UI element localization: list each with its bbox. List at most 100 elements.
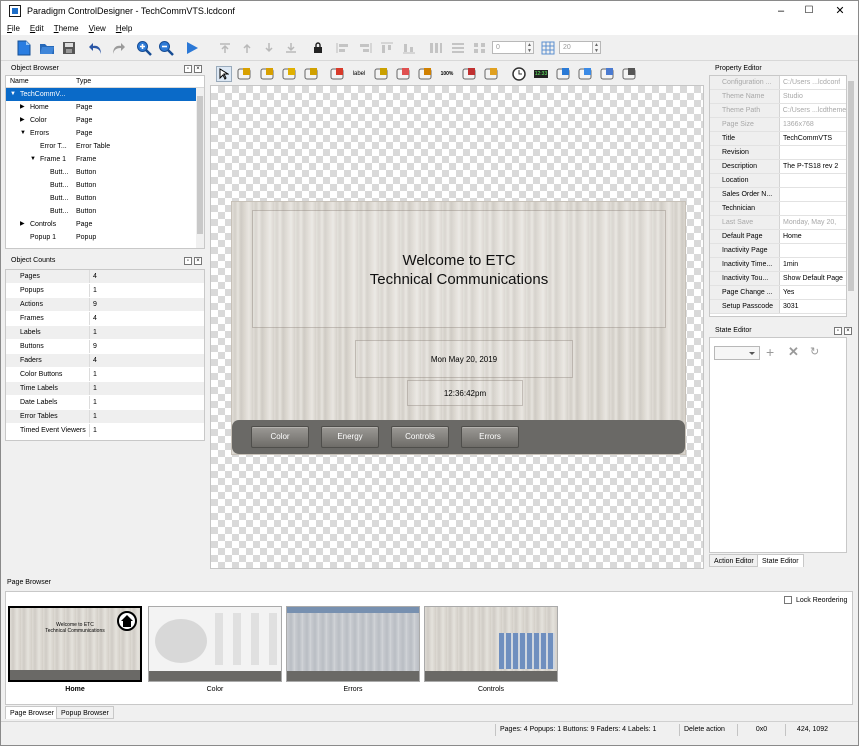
page-home-preview[interactable]: Welcome to ETC Technical Communications …	[231, 201, 686, 455]
refresh-state-icon[interactable]: ↻	[810, 345, 819, 358]
tab-state-editor[interactable]: State Editor	[757, 554, 804, 567]
move-down-icon[interactable]	[260, 39, 278, 57]
tree-row[interactable]: ▶ Home Page	[6, 101, 204, 114]
send-to-back-icon[interactable]	[282, 39, 300, 57]
open-folder-icon[interactable]	[38, 39, 56, 57]
expand-arrow-icon[interactable]: ▶	[20, 218, 25, 231]
nav-button-errors[interactable]: Errors	[461, 426, 519, 448]
add-slider-icon[interactable]	[417, 66, 433, 82]
tree-row[interactable]: Butt... Button	[6, 166, 204, 179]
tree-row[interactable]: ▶ Color Page	[6, 114, 204, 127]
grid-size-spinbox[interactable]: 20	[559, 41, 593, 54]
tree-row[interactable]: ▼ Frame 1 Frame	[6, 153, 204, 166]
add-timer-icon[interactable]	[555, 66, 571, 82]
redo-arrow-icon[interactable]	[109, 39, 127, 57]
expand-arrow-icon[interactable]: ▶	[20, 101, 25, 114]
nav-button-color[interactable]: Color	[251, 426, 309, 448]
grid-icon[interactable]	[539, 39, 557, 57]
lock-reordering-checkbox[interactable]: Lock Reordering	[784, 596, 847, 604]
property-row[interactable]: Inactivity Time... 1min	[710, 258, 846, 272]
property-row[interactable]: Location	[710, 174, 846, 188]
add-frame-icon[interactable]	[281, 66, 297, 82]
delete-state-icon[interactable]: ✕	[788, 344, 799, 360]
close-panel-icon[interactable]: ×	[844, 327, 852, 335]
close-panel-icon[interactable]: ×	[194, 65, 202, 73]
column-name[interactable]: Name	[10, 76, 76, 87]
add-button-icon[interactable]	[329, 66, 345, 82]
add-text-icon[interactable]	[373, 66, 389, 82]
align-right-icon[interactable]	[356, 39, 374, 57]
tab-page-browser[interactable]: Page Browser	[5, 706, 59, 719]
add-time-label-icon[interactable]	[511, 66, 527, 82]
thumb-errors[interactable]	[286, 606, 420, 682]
minimize-button[interactable]: –	[767, 1, 795, 21]
float-icon[interactable]: ▫	[184, 257, 192, 265]
undo-arrow-icon[interactable]	[87, 39, 105, 57]
property-scrollbar[interactable]	[847, 75, 855, 317]
property-row[interactable]: Page Change ... Yes	[710, 286, 846, 300]
property-row[interactable]: Setup Passcode 3031	[710, 300, 846, 314]
checkbox-box[interactable]	[784, 596, 792, 604]
menu-view[interactable]: View	[89, 24, 106, 33]
add-page-icon[interactable]	[236, 66, 252, 82]
welcome-label[interactable]: Welcome to ETC Technical Communications	[252, 210, 666, 328]
state-select[interactable]	[714, 346, 760, 360]
add-popup-icon[interactable]	[259, 66, 275, 82]
move-up-icon[interactable]	[238, 39, 256, 57]
distribute-vertical-icon[interactable]	[449, 39, 467, 57]
save-disk-icon[interactable]	[60, 39, 78, 57]
tree-row[interactable]: Butt... Button	[6, 179, 204, 192]
add-keypad-icon[interactable]	[577, 66, 593, 82]
grid-spin-arrows[interactable]: ▲ ▼	[593, 41, 601, 54]
property-row[interactable]: Inactivity Tou... Show Default Page	[710, 272, 846, 286]
zoom-out-icon[interactable]	[157, 39, 175, 57]
menu-theme[interactable]: Theme	[54, 24, 79, 33]
property-value[interactable]	[780, 202, 783, 215]
lock-icon[interactable]	[309, 39, 327, 57]
property-value[interactable]: The P-TS18 rev 2	[780, 160, 838, 173]
add-fader-icon[interactable]: 100%	[439, 66, 455, 82]
property-row[interactable]: Sales Order N...	[710, 188, 846, 202]
property-row[interactable]: Revision	[710, 146, 846, 160]
add-viewer-icon[interactable]	[621, 66, 637, 82]
tree-scrollbar[interactable]	[196, 88, 204, 248]
tab-popup-browser[interactable]: Popup Browser	[56, 706, 114, 719]
align-top-icon[interactable]	[378, 39, 396, 57]
property-value[interactable]	[780, 244, 783, 257]
add-table-icon[interactable]	[599, 66, 615, 82]
tree-row[interactable]: Butt... Button	[6, 192, 204, 205]
date-label[interactable]: Mon May 20, 2019	[355, 340, 573, 378]
property-value[interactable]: 1min	[780, 258, 798, 271]
property-value[interactable]: 3031	[780, 300, 799, 313]
collapse-arrow-icon[interactable]: ▼	[10, 88, 16, 101]
align-left-icon[interactable]	[334, 39, 352, 57]
expand-arrow-icon[interactable]: ▶	[20, 114, 25, 127]
menu-edit[interactable]: Edit	[30, 24, 44, 33]
spacing-spin-arrows[interactable]: ▲ ▼	[526, 41, 534, 54]
property-row[interactable]: Description The P-TS18 rev 2	[710, 160, 846, 174]
collapse-arrow-icon[interactable]: ▼	[20, 127, 26, 140]
bring-to-front-icon[interactable]	[216, 39, 234, 57]
spacing-icon[interactable]	[471, 39, 489, 57]
property-value[interactable]: Home	[780, 230, 802, 243]
tree-row[interactable]: ▼ TechCommV...	[6, 88, 204, 101]
tree-row[interactable]: Popup 1 Popup	[6, 231, 204, 244]
tree-row[interactable]: ▶ Controls Page	[6, 218, 204, 231]
tree-row[interactable]: ▼ Errors Page	[6, 127, 204, 140]
property-value[interactable]	[780, 146, 783, 159]
add-date-label-icon[interactable]: 12:33	[533, 66, 549, 82]
tree-row[interactable]: Error T... Error Table	[6, 140, 204, 153]
zoom-in-icon[interactable]	[135, 39, 153, 57]
property-row[interactable]: Inactivity Page	[710, 244, 846, 258]
add-color-button-icon[interactable]	[461, 66, 477, 82]
add-color-wheel-icon[interactable]	[483, 66, 499, 82]
new-file-icon[interactable]	[15, 39, 33, 57]
design-canvas[interactable]: Welcome to ETC Technical Communications …	[210, 85, 704, 569]
select-pointer-icon[interactable]	[216, 66, 232, 82]
spacing-spinbox[interactable]: 0	[492, 41, 526, 54]
add-group-icon[interactable]	[303, 66, 319, 82]
property-row[interactable]: Default Page Home	[710, 230, 846, 244]
time-label[interactable]: 12:36:42pm	[407, 380, 523, 406]
property-row[interactable]: Technician	[710, 202, 846, 216]
distribute-horizontal-icon[interactable]	[427, 39, 445, 57]
